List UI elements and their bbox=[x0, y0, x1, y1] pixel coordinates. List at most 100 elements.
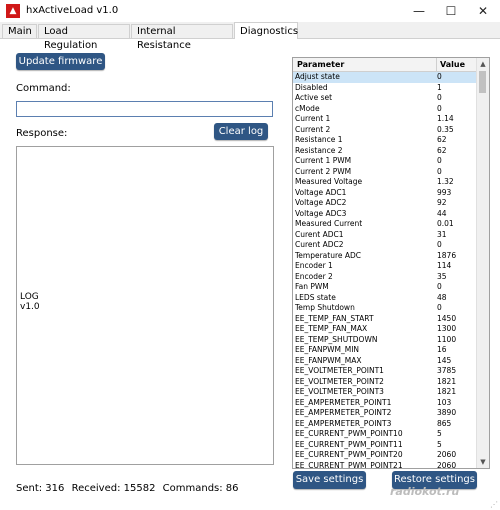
parameter-table[interactable]: Parameter Value Adjust state 0 Disabled 1 Ac… bbox=[292, 57, 490, 469]
parameter-name: Current 2 bbox=[295, 124, 331, 134]
parameter-name: Voltage ADC1 bbox=[295, 187, 347, 197]
table-row[interactable]: Current 1 1.14 bbox=[293, 114, 477, 125]
parameter-value: 0 bbox=[437, 166, 442, 176]
parameter-name: Resistance 2 bbox=[295, 145, 343, 155]
parameter-name: Adjust state bbox=[295, 72, 340, 81]
scrollbar-thumb[interactable] bbox=[479, 71, 486, 93]
parameter-name: EE_VOLTMETER_POINT1 bbox=[295, 366, 384, 375]
table-row[interactable]: EE_AMPERMETER_POINT1 103 bbox=[293, 398, 477, 409]
parameter-value: 31 bbox=[437, 229, 447, 239]
parameter-name: EE_AMPERMETER_POINT3 bbox=[295, 418, 392, 428]
parameter-value: 0 bbox=[437, 103, 442, 113]
table-row[interactable]: Voltage ADC2 92 bbox=[293, 198, 477, 209]
table-row[interactable]: Curent ADC1 31 bbox=[293, 230, 477, 241]
table-row[interactable]: EE_AMPERMETER_POINT3 865 bbox=[293, 419, 477, 430]
parameter-value: 44 bbox=[437, 208, 447, 218]
header-parameter[interactable]: Parameter bbox=[297, 58, 344, 71]
table-row[interactable]: EE_CURRENT_PWM_POINT11 5 bbox=[293, 440, 477, 451]
save-settings-button[interactable]: Save settings bbox=[293, 471, 366, 489]
table-row[interactable]: Disabled 1 bbox=[293, 83, 477, 94]
sent-count: Sent: 316 bbox=[16, 483, 65, 494]
table-row[interactable]: EE_FANPWM_MIN 16 bbox=[293, 345, 477, 356]
command-input[interactable] bbox=[16, 101, 273, 117]
table-row[interactable]: Measured Current 0.01 bbox=[293, 219, 477, 230]
table-row[interactable]: EE_VOLTMETER_POINT3 1821 bbox=[293, 387, 477, 398]
tab-internal-resistance[interactable]: Internal Resistance bbox=[131, 24, 233, 51]
table-header: Parameter Value bbox=[293, 58, 477, 72]
table-row[interactable]: Resistance 2 62 bbox=[293, 146, 477, 157]
parameter-value: 2060 bbox=[437, 450, 457, 459]
minimize-icon[interactable]: — bbox=[404, 0, 434, 22]
table-row[interactable]: EE_AMPERMETER_POINT2 3890 bbox=[293, 408, 477, 419]
parameter-name: Curent ADC2 bbox=[295, 240, 344, 249]
parameter-value: 3785 bbox=[437, 366, 457, 375]
table-row[interactable]: Voltage ADC1 993 bbox=[293, 188, 477, 199]
table-row[interactable]: Fan PWM 0 bbox=[293, 282, 477, 293]
tab-main[interactable]: Main bbox=[2, 24, 37, 38]
table-row[interactable]: Current 2 0.35 bbox=[293, 125, 477, 136]
table-row[interactable]: Adjust state 0 bbox=[293, 72, 477, 83]
table-row[interactable]: EE_TEMP_FAN_START 1450 bbox=[293, 314, 477, 325]
table-row[interactable]: Current 2 PWM 0 bbox=[293, 167, 477, 178]
parameter-name: Encoder 1 bbox=[295, 261, 333, 270]
close-icon[interactable]: ✕ bbox=[468, 0, 498, 22]
update-firmware-button[interactable]: Update firmware bbox=[16, 53, 105, 70]
scroll-down-icon[interactable]: ▼ bbox=[477, 456, 489, 468]
parameter-name: LEDS state bbox=[295, 292, 336, 302]
table-row[interactable]: Temperature ADC 1876 bbox=[293, 251, 477, 262]
table-row[interactable]: EE_TEMP_SHUTDOWN 1100 bbox=[293, 335, 477, 346]
parameter-value: 16 bbox=[437, 345, 447, 354]
title-bar: ▲ hxActiveLoad v1.0 — ☐ ✕ bbox=[0, 0, 500, 23]
maximize-icon[interactable]: ☐ bbox=[436, 0, 466, 22]
parameter-value: 1.14 bbox=[437, 114, 454, 123]
table-row[interactable]: EE_CURRENT_PWM_POINT10 5 bbox=[293, 429, 477, 440]
table-row[interactable]: Encoder 2 35 bbox=[293, 272, 477, 283]
parameter-name: EE_CURRENT_PWM_POINT20 bbox=[295, 450, 403, 459]
parameter-value: 1821 bbox=[437, 376, 457, 386]
parameter-value: 103 bbox=[437, 397, 452, 407]
parameter-value: 145 bbox=[437, 355, 452, 365]
command-label: Command: bbox=[16, 83, 71, 94]
table-scrollbar[interactable]: ▲ ▼ bbox=[476, 58, 489, 468]
scroll-up-icon[interactable]: ▲ bbox=[477, 58, 489, 70]
parameter-name: Voltage ADC2 bbox=[295, 198, 347, 207]
parameter-value: 993 bbox=[437, 187, 452, 197]
tab-load-regulation[interactable]: Load Regulation bbox=[38, 24, 130, 51]
table-row[interactable]: Temp Shutdown 0 bbox=[293, 303, 477, 314]
table-row[interactable]: EE_CURRENT_PWM_POINT21 2060 bbox=[293, 461, 477, 469]
table-row[interactable]: EE_CURRENT_PWM_POINT20 2060 bbox=[293, 450, 477, 461]
parameter-value: 0.35 bbox=[437, 124, 454, 134]
parameter-value: 1100 bbox=[437, 334, 457, 344]
table-row[interactable]: Resistance 1 62 bbox=[293, 135, 477, 146]
parameter-name: Current 1 bbox=[295, 114, 331, 123]
table-row[interactable]: Voltage ADC3 44 bbox=[293, 209, 477, 220]
table-row[interactable]: Curent ADC2 0 bbox=[293, 240, 477, 251]
parameter-value: 0 bbox=[437, 282, 442, 291]
table-row[interactable]: Current 1 PWM 0 bbox=[293, 156, 477, 167]
header-value[interactable]: Value bbox=[440, 58, 465, 71]
resize-grip-icon[interactable]: ⋰ bbox=[490, 500, 498, 509]
parameter-name: EE_VOLTMETER_POINT3 bbox=[295, 387, 384, 396]
parameter-name: EE_FANPWM_MIN bbox=[295, 345, 360, 354]
app-logo-icon: ▲ bbox=[6, 4, 20, 18]
parameter-value: 1450 bbox=[437, 313, 457, 323]
received-count: Received: 15582 bbox=[71, 483, 156, 494]
table-row[interactable]: LEDS state 48 bbox=[293, 293, 477, 304]
parameter-name: EE_CURRENT_PWM_POINT10 bbox=[295, 429, 403, 438]
clear-log-button[interactable]: Clear log bbox=[214, 123, 268, 140]
tab-diagnostics[interactable]: Diagnostics bbox=[234, 22, 298, 39]
table-row[interactable]: EE_VOLTMETER_POINT2 1821 bbox=[293, 377, 477, 388]
table-row[interactable]: Measured Voltage 1.32 bbox=[293, 177, 477, 188]
parameter-value: 1876 bbox=[437, 250, 457, 260]
table-row[interactable]: Active set 0 bbox=[293, 93, 477, 104]
response-log[interactable]: LOG v1.0 bbox=[16, 146, 274, 465]
parameter-name: cMode bbox=[295, 103, 320, 113]
parameter-value: 1 bbox=[437, 82, 442, 92]
table-row[interactable]: EE_VOLTMETER_POINT1 3785 bbox=[293, 366, 477, 377]
parameter-name: EE_TEMP_FAN_START bbox=[295, 313, 374, 323]
table-row[interactable]: cMode 0 bbox=[293, 104, 477, 115]
table-row[interactable]: EE_FANPWM_MAX 145 bbox=[293, 356, 477, 367]
table-row[interactable]: EE_TEMP_FAN_MAX 1300 bbox=[293, 324, 477, 335]
parameter-name: Encoder 2 bbox=[295, 271, 333, 281]
table-row[interactable]: Encoder 1 114 bbox=[293, 261, 477, 272]
